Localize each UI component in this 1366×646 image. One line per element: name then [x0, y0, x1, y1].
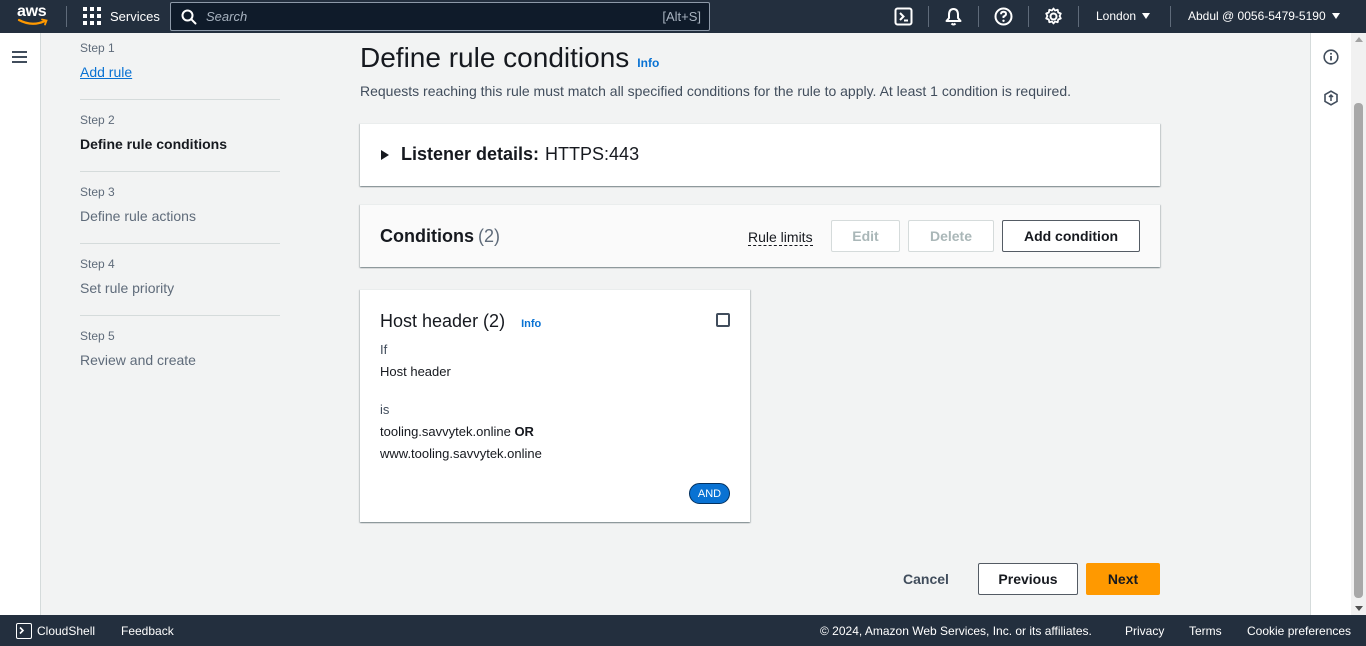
nav-divider	[1028, 6, 1029, 27]
step-number: Step 5	[80, 329, 115, 343]
wizard-steps: Step 1 Add rule Step 2 Define rule condi…	[80, 33, 280, 400]
step-title-current: Define rule conditions	[80, 136, 228, 152]
page-title-text: Define rule conditions	[360, 42, 630, 73]
feedback-link[interactable]: Feedback	[121, 624, 174, 638]
right-tools-rail	[1310, 33, 1351, 615]
search-shortcut: [Alt+S]	[662, 9, 701, 24]
step-number: Step 1	[80, 41, 115, 55]
cookie-preferences-link[interactable]: Cookie preferences	[1247, 624, 1351, 638]
rule-limits-link[interactable]: Rule limits	[748, 229, 813, 246]
and-badge: AND	[689, 483, 730, 504]
card-heading: Host header (2) Info	[380, 311, 541, 332]
services-grid-icon	[83, 7, 101, 25]
if-label: If	[380, 342, 388, 357]
console-footer: CloudShell Feedback © 2024, Amazon Web S…	[0, 615, 1366, 646]
page-scrollbar[interactable]	[1351, 33, 1366, 615]
edit-button[interactable]: Edit	[831, 220, 900, 252]
listener-details-value: HTTPS:443	[545, 144, 640, 164]
conditions-title: Conditions	[380, 226, 474, 246]
cloudshell-icon[interactable]	[16, 623, 32, 639]
settings-icon[interactable]	[1044, 7, 1063, 26]
top-navigation: aws Services [Alt+S]	[0, 0, 1366, 33]
search-icon	[181, 9, 197, 24]
services-label: Services	[110, 8, 160, 24]
conditions-panel: Conditions (2) Rule limits Edit Delete Ad…	[360, 204, 1160, 267]
page-description: Requests reaching this rule must match a…	[360, 83, 1072, 99]
add-condition-button[interactable]: Add condition	[1002, 220, 1140, 252]
privacy-link[interactable]: Privacy	[1125, 624, 1164, 638]
nav-divider	[978, 6, 979, 27]
step-5: Step 5 Review and create	[80, 329, 280, 387]
select-condition-checkbox[interactable]	[716, 313, 730, 327]
terms-link[interactable]: Terms	[1189, 624, 1222, 638]
condition-value-row: tooling.savvytek.online OR	[380, 424, 534, 439]
chevron-down-icon	[1142, 13, 1151, 19]
step-3: Step 3 Define rule actions	[80, 185, 280, 244]
region-selector[interactable]: London	[1096, 9, 1151, 23]
scrollbar-thumb[interactable]	[1354, 103, 1363, 598]
is-label: is	[380, 402, 390, 417]
scroll-down-arrow-icon[interactable]	[1355, 606, 1363, 611]
step-number: Step 3	[80, 185, 115, 199]
cloudshell-icon[interactable]	[894, 7, 913, 26]
condition-field: Host header	[380, 364, 451, 379]
next-button[interactable]: Next	[1086, 563, 1160, 595]
search-input[interactable]	[206, 9, 663, 24]
nav-divider	[928, 6, 929, 27]
caret-right-icon	[381, 149, 389, 160]
nav-divider	[1078, 6, 1079, 27]
conditions-count: (2)	[477, 226, 500, 246]
services-menu-button[interactable]: Services	[83, 7, 160, 25]
copyright-text: © 2024, Amazon Web Services, Inc. or its…	[820, 624, 1092, 638]
step-link-add-rule[interactable]: Add rule	[80, 63, 280, 81]
account-label: Abdul @ 0056-5479-5190	[1188, 9, 1326, 23]
listener-details-toggle[interactable]: Listener details: HTTPS:443	[381, 144, 639, 165]
hexagon-icon[interactable]	[1323, 90, 1339, 106]
step-2: Step 2 Define rule conditions	[80, 113, 280, 172]
cloudshell-link[interactable]: CloudShell	[37, 624, 95, 638]
search-bar[interactable]: [Alt+S]	[170, 2, 710, 31]
aws-logo[interactable]: aws	[17, 4, 50, 28]
step-title: Review and create	[80, 352, 196, 368]
info-link[interactable]: Info	[521, 318, 541, 330]
region-label: London	[1096, 9, 1137, 23]
chevron-down-icon	[1331, 13, 1340, 19]
delete-button[interactable]: Delete	[908, 220, 994, 252]
listener-details-panel: Listener details: HTTPS:443	[360, 123, 1160, 186]
card-title: Host header (2)	[380, 311, 506, 331]
step-number: Step 2	[80, 113, 115, 127]
help-icon[interactable]	[994, 7, 1013, 26]
bell-icon[interactable]	[944, 7, 963, 26]
info-circle-icon[interactable]	[1323, 49, 1339, 65]
info-link[interactable]: Info	[637, 56, 659, 70]
conditions-heading: Conditions (2)	[380, 226, 500, 247]
scroll-up-arrow-icon[interactable]	[1355, 37, 1363, 42]
step-title: Set rule priority	[80, 280, 175, 296]
aws-smile-icon	[17, 18, 48, 26]
account-menu[interactable]: Abdul @ 0056-5479-5190	[1188, 9, 1340, 23]
previous-button[interactable]: Previous	[978, 563, 1078, 595]
step-1: Step 1 Add rule	[80, 41, 280, 100]
or-operator: OR	[514, 424, 534, 439]
left-nav-rail	[0, 33, 41, 615]
nav-divider	[1170, 6, 1171, 27]
step-4: Step 4 Set rule priority	[80, 257, 280, 316]
listener-details-label: Listener details:	[401, 144, 540, 164]
host-header-card: Host header (2) Info If Host header is t…	[360, 289, 750, 522]
nav-divider	[66, 6, 67, 27]
condition-value: tooling.savvytek.online	[380, 424, 511, 439]
step-number: Step 4	[80, 257, 115, 271]
cancel-button[interactable]: Cancel	[896, 563, 956, 595]
menu-icon[interactable]	[12, 51, 27, 63]
page-title: Define rule conditions Info	[360, 42, 659, 74]
step-title: Define rule actions	[80, 208, 196, 224]
condition-value: www.tooling.savvytek.online	[380, 446, 542, 461]
